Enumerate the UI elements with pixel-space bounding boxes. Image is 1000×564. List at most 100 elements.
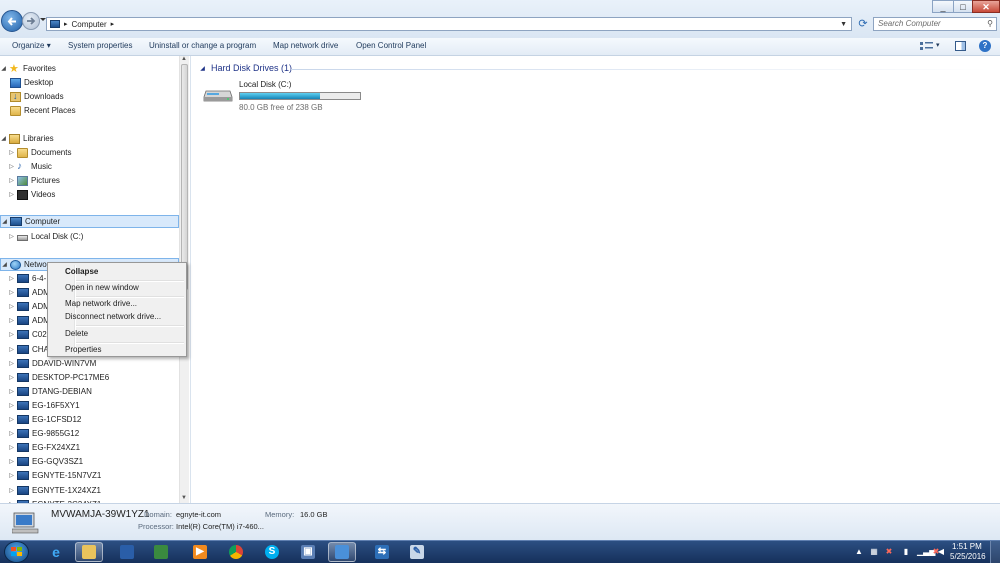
start-button[interactable] — [4, 541, 29, 563]
address-box[interactable]: ▸ Computer ▸ ▼ — [46, 17, 852, 31]
collapse-arrow-icon[interactable]: ◢ — [1, 261, 8, 268]
expand-arrow-icon[interactable]: ▷ — [8, 317, 15, 324]
expand-arrow-icon[interactable]: ▷ — [8, 402, 15, 409]
volume-icon[interactable]: ◀ — [937, 547, 945, 556]
show-hidden-icons-icon[interactable]: ▲ — [855, 547, 863, 556]
menu-item-properties[interactable]: Properties — [65, 345, 101, 354]
taskbar-media-player[interactable]: ▶ — [186, 542, 214, 562]
expand-arrow-icon[interactable]: ▷ — [8, 444, 15, 451]
preview-pane-icon[interactable] — [955, 41, 966, 51]
menu-item-map-drive[interactable]: Map network drive... — [65, 299, 137, 308]
scroll-up-icon[interactable]: ▲ — [181, 56, 187, 62]
nav-network-host[interactable]: ▷ EG-1CFSD12 — [0, 413, 187, 426]
expand-arrow-icon[interactable]: ▷ — [8, 346, 15, 353]
nav-network-host[interactable]: ▷ DDAVID-WIN7VM — [0, 357, 187, 370]
group-header[interactable]: ◢ Hard Disk Drives (1) — [199, 63, 292, 73]
device-icon[interactable]: ▮ — [902, 547, 910, 556]
expand-arrow-icon[interactable]: ▷ — [8, 472, 15, 479]
nav-libraries[interactable]: ◢ Libraries — [0, 132, 179, 145]
expand-arrow-icon[interactable]: ▷ — [8, 149, 15, 156]
nav-network-host[interactable]: ▷ EG-16F5XY1 — [0, 399, 187, 412]
taskbar-explorer[interactable] — [75, 542, 103, 562]
breadcrumb-computer[interactable]: Computer — [72, 20, 107, 29]
expand-arrow-icon[interactable]: ▷ — [8, 458, 15, 465]
expand-arrow-icon[interactable]: ▷ — [8, 331, 15, 338]
menu-item-collapse[interactable]: Collapse — [65, 267, 98, 276]
taskbar-chrome[interactable] — [222, 542, 250, 562]
organize-menu[interactable]: Organize ▾ — [12, 41, 51, 50]
collapse-arrow-icon[interactable]: ◢ — [199, 65, 206, 72]
expand-arrow-icon[interactable]: ▷ — [8, 388, 15, 395]
scroll-thumb[interactable] — [181, 64, 188, 290]
scroll-down-icon[interactable]: ▼ — [181, 495, 187, 501]
clock-time[interactable]: 1:51 PM — [952, 542, 982, 551]
menu-item-open-new-window[interactable]: Open in new window — [65, 283, 139, 292]
map-network-drive-button[interactable]: Map network drive — [273, 41, 338, 50]
expand-arrow-icon[interactable]: ▷ — [8, 430, 15, 437]
uninstall-program-button[interactable]: Uninstall or change a program — [149, 41, 256, 50]
clock-date[interactable]: 5/25/2016 — [950, 552, 986, 561]
expand-arrow-icon[interactable]: ▷ — [8, 303, 15, 310]
taskbar-network-share[interactable] — [147, 542, 175, 562]
expand-arrow-icon[interactable]: ▷ — [8, 416, 15, 423]
collapse-arrow-icon[interactable]: ◢ — [0, 65, 7, 72]
taskbar-paint[interactable]: ✎ — [403, 542, 431, 562]
expand-arrow-icon[interactable]: ▷ — [8, 374, 15, 381]
forward-button[interactable] — [22, 12, 40, 30]
back-button[interactable] — [1, 10, 23, 32]
expand-arrow-icon[interactable]: ▷ — [8, 289, 15, 296]
taskbar-virtualbox[interactable]: ▣ — [294, 542, 322, 562]
nav-videos[interactable]: ▷ Videos — [0, 188, 187, 201]
nav-network-host[interactable]: ▷ EG-9855G12 — [0, 427, 187, 440]
open-control-panel-button[interactable]: Open Control Panel — [356, 41, 426, 50]
nav-network-host[interactable]: ▷ EGNYTE-15N7VZ1 — [0, 469, 187, 482]
expand-arrow-icon[interactable]: ▷ — [8, 275, 15, 282]
search-input[interactable]: Search Computer ⚲ — [873, 17, 997, 31]
taskbar-network-connect[interactable]: ⇆ — [368, 542, 396, 562]
nav-network-host[interactable]: ▷ DESKTOP-PC17ME6 — [0, 371, 187, 384]
expand-arrow-icon[interactable]: ▷ — [8, 177, 15, 184]
help-icon[interactable]: ? — [979, 40, 991, 52]
expand-arrow-icon[interactable]: ▷ — [8, 233, 15, 240]
maximize-button[interactable]: □ — [953, 0, 973, 13]
taskbar-internet-explorer[interactable]: e — [42, 542, 70, 562]
menu-item-delete[interactable]: Delete — [65, 329, 88, 338]
search-icon[interactable]: ⚲ — [987, 18, 993, 30]
nav-downloads[interactable]: Downloads — [0, 90, 187, 103]
menu-item-disconnect[interactable]: Disconnect network drive... — [65, 312, 161, 321]
nav-network-host[interactable]: ▷ EG-FX24XZ1 — [0, 441, 187, 454]
windows-flag-icon[interactable]: ▦ — [870, 547, 878, 556]
nav-recent-places[interactable]: Recent Places — [0, 104, 187, 117]
nav-network-host[interactable]: ▷ EGNYTE-1X24XZ1 — [0, 484, 187, 497]
nav-computer[interactable]: ◢ Computer — [0, 215, 179, 228]
show-desktop-button[interactable] — [990, 541, 1000, 563]
taskbar-remote-desktop[interactable] — [328, 542, 356, 562]
change-view-icon[interactable] — [920, 41, 934, 51]
action-center-icon[interactable]: ✖ — [885, 547, 893, 556]
view-options-dropdown-icon[interactable]: ▾ — [936, 41, 940, 49]
nav-favorites[interactable]: ◢ ★ Favorites — [0, 62, 179, 75]
collapse-arrow-icon[interactable]: ◢ — [0, 135, 7, 142]
breadcrumb-separator-icon[interactable]: ▸ — [64, 20, 68, 28]
nav-network-host[interactable]: ▷ DTANG-DEBIAN — [0, 385, 187, 398]
taskbar-skype[interactable]: S — [258, 542, 286, 562]
nav-music[interactable]: ▷ ♪ Music — [0, 160, 187, 173]
nav-desktop[interactable]: Desktop — [0, 76, 187, 89]
minimize-button[interactable]: _ — [932, 0, 954, 13]
expand-arrow-icon[interactable]: ▷ — [8, 163, 15, 170]
nav-pictures[interactable]: ▷ Pictures — [0, 174, 187, 187]
taskbar-network-app[interactable] — [113, 542, 141, 562]
drive-tile[interactable]: Local Disk (C:) 80.0 GB free of 238 GB — [203, 78, 363, 112]
nav-documents[interactable]: ▷ Documents — [0, 146, 187, 159]
nav-local-disk[interactable]: ▷ Local Disk (C:) — [0, 230, 187, 243]
expand-arrow-icon[interactable]: ▷ — [8, 360, 15, 367]
address-dropdown-icon[interactable]: ▼ — [840, 21, 847, 28]
expand-arrow-icon[interactable]: ▷ — [8, 191, 15, 198]
signal-icon[interactable]: ▁▃▅ — [917, 547, 935, 556]
nav-network-host[interactable]: ▷ EG-GQV3SZ1 — [0, 455, 187, 468]
system-properties-button[interactable]: System properties — [68, 41, 132, 50]
close-button[interactable]: ✕ — [972, 0, 1000, 13]
collapse-arrow-icon[interactable]: ◢ — [1, 218, 8, 225]
breadcrumb-separator-icon[interactable]: ▸ — [111, 20, 115, 28]
refresh-button[interactable]: ⟳ — [856, 17, 870, 31]
